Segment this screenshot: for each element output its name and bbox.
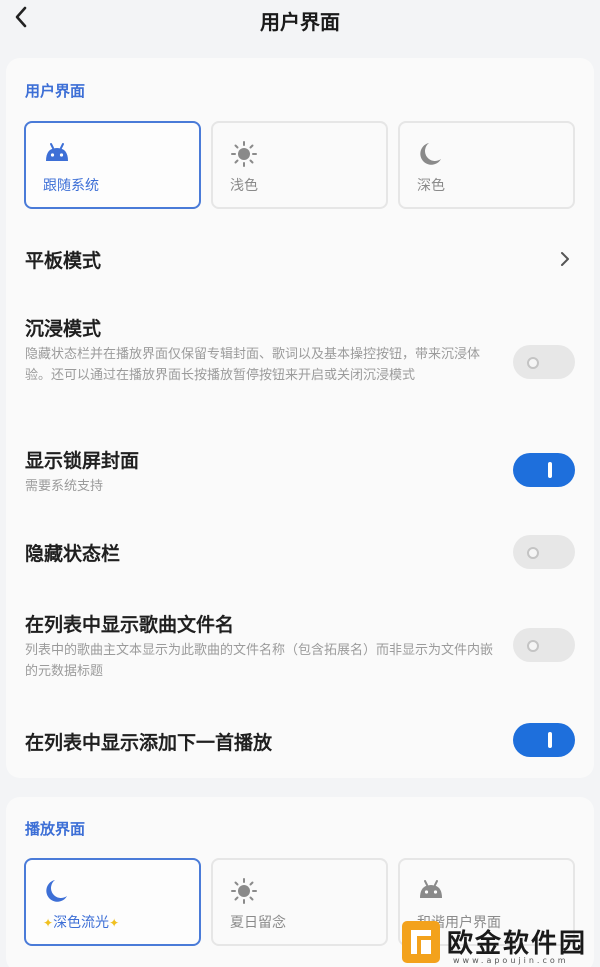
moon-icon [46,880,67,902]
moon-icon [420,143,441,165]
hide-statusbar-toggle[interactable] [513,535,575,569]
sparkle-icon: ✦ [109,916,120,930]
tablet-mode-title: 平板模式 [25,250,102,272]
sparkle-icon: ✦ [43,916,54,930]
player-style-label: ✦深色流光✦ [43,915,120,931]
show-add-next-toggle[interactable] [513,723,575,757]
page-title: 用户界面 [260,10,340,34]
watermark-logo-icon [402,920,440,963]
android-icon [46,143,68,161]
lockscreen-cover-desc: 需要系统支持 [25,479,104,494]
show-filename-title: 在列表中显示歌曲文件名 [25,614,235,636]
show-filename-desc: 列表中的歌曲主文本显示为此歌曲的文件名称（包含拓展名）而非显示为文件内嵌的元数据… [25,643,494,679]
theme-follow-system[interactable]: 跟随系统 [24,121,201,209]
player-style-dark-flow[interactable]: ✦深色流光✦ [24,858,201,946]
lockscreen-cover-row[interactable]: 显示锁屏封面 需要系统支持 [6,438,594,504]
show-add-next-row[interactable]: 在列表中显示添加下一首播放 [6,718,594,764]
toggle-knob [533,453,567,487]
theme-label: 跟随系统 [43,178,99,194]
hide-statusbar-row[interactable]: 隐藏状态栏 [6,528,594,576]
hide-statusbar-title: 隐藏状态栏 [25,543,121,565]
theme-dark[interactable]: 深色 [398,121,575,209]
toggle-knob [515,535,549,569]
section-title-player: 播放界面 [25,820,86,838]
immersive-mode-toggle[interactable] [513,345,575,379]
theme-label: 深色 [417,178,445,194]
lockscreen-cover-toggle[interactable] [513,453,575,487]
lockscreen-cover-title: 显示锁屏封面 [25,450,140,472]
watermark-url: www.apoujin.com [453,956,569,965]
immersive-mode-title: 沉浸模式 [25,318,102,340]
toggle-knob [533,723,567,757]
immersive-mode-row[interactable]: 沉浸模式 隐藏状态栏并在播放界面仅保留专辑封面、歌词以及基本操控按钮，带来沉浸体… [6,308,594,414]
sun-icon [231,141,257,167]
ui-settings-card: 用户界面 跟随系统 浅色 深色 平板模式 沉浸模式 隐藏状态栏并在播放界面仅保留… [6,58,594,778]
sun-icon [231,878,257,904]
theme-label: 浅色 [230,178,258,194]
show-add-next-title: 在列表中显示添加下一首播放 [25,732,273,754]
android-icon [420,880,442,898]
section-title-ui: 用户界面 [25,82,86,100]
tablet-mode-row[interactable]: 平板模式 [6,236,594,284]
toggle-knob [515,628,549,662]
watermark: 欧金软件园 www.apoujin.com [401,916,593,967]
player-style-summer[interactable]: 夏日留念 [211,858,388,946]
top-app-bar: 用户界面 [0,0,600,40]
immersive-mode-desc: 隐藏状态栏并在播放界面仅保留专辑封面、歌词以及基本操控按钮，带来沉浸体验。还可以… [25,347,481,383]
show-filename-toggle[interactable] [513,628,575,662]
player-style-label: 夏日留念 [230,915,286,931]
watermark-text: 欧金软件园 [447,929,588,959]
show-filename-row[interactable]: 在列表中显示歌曲文件名 列表中的歌曲主文本显示为此歌曲的文件名称（包含拓展名）而… [6,602,594,692]
chevron-right-icon [561,252,569,266]
theme-light[interactable]: 浅色 [211,121,388,209]
toggle-knob [515,345,549,379]
